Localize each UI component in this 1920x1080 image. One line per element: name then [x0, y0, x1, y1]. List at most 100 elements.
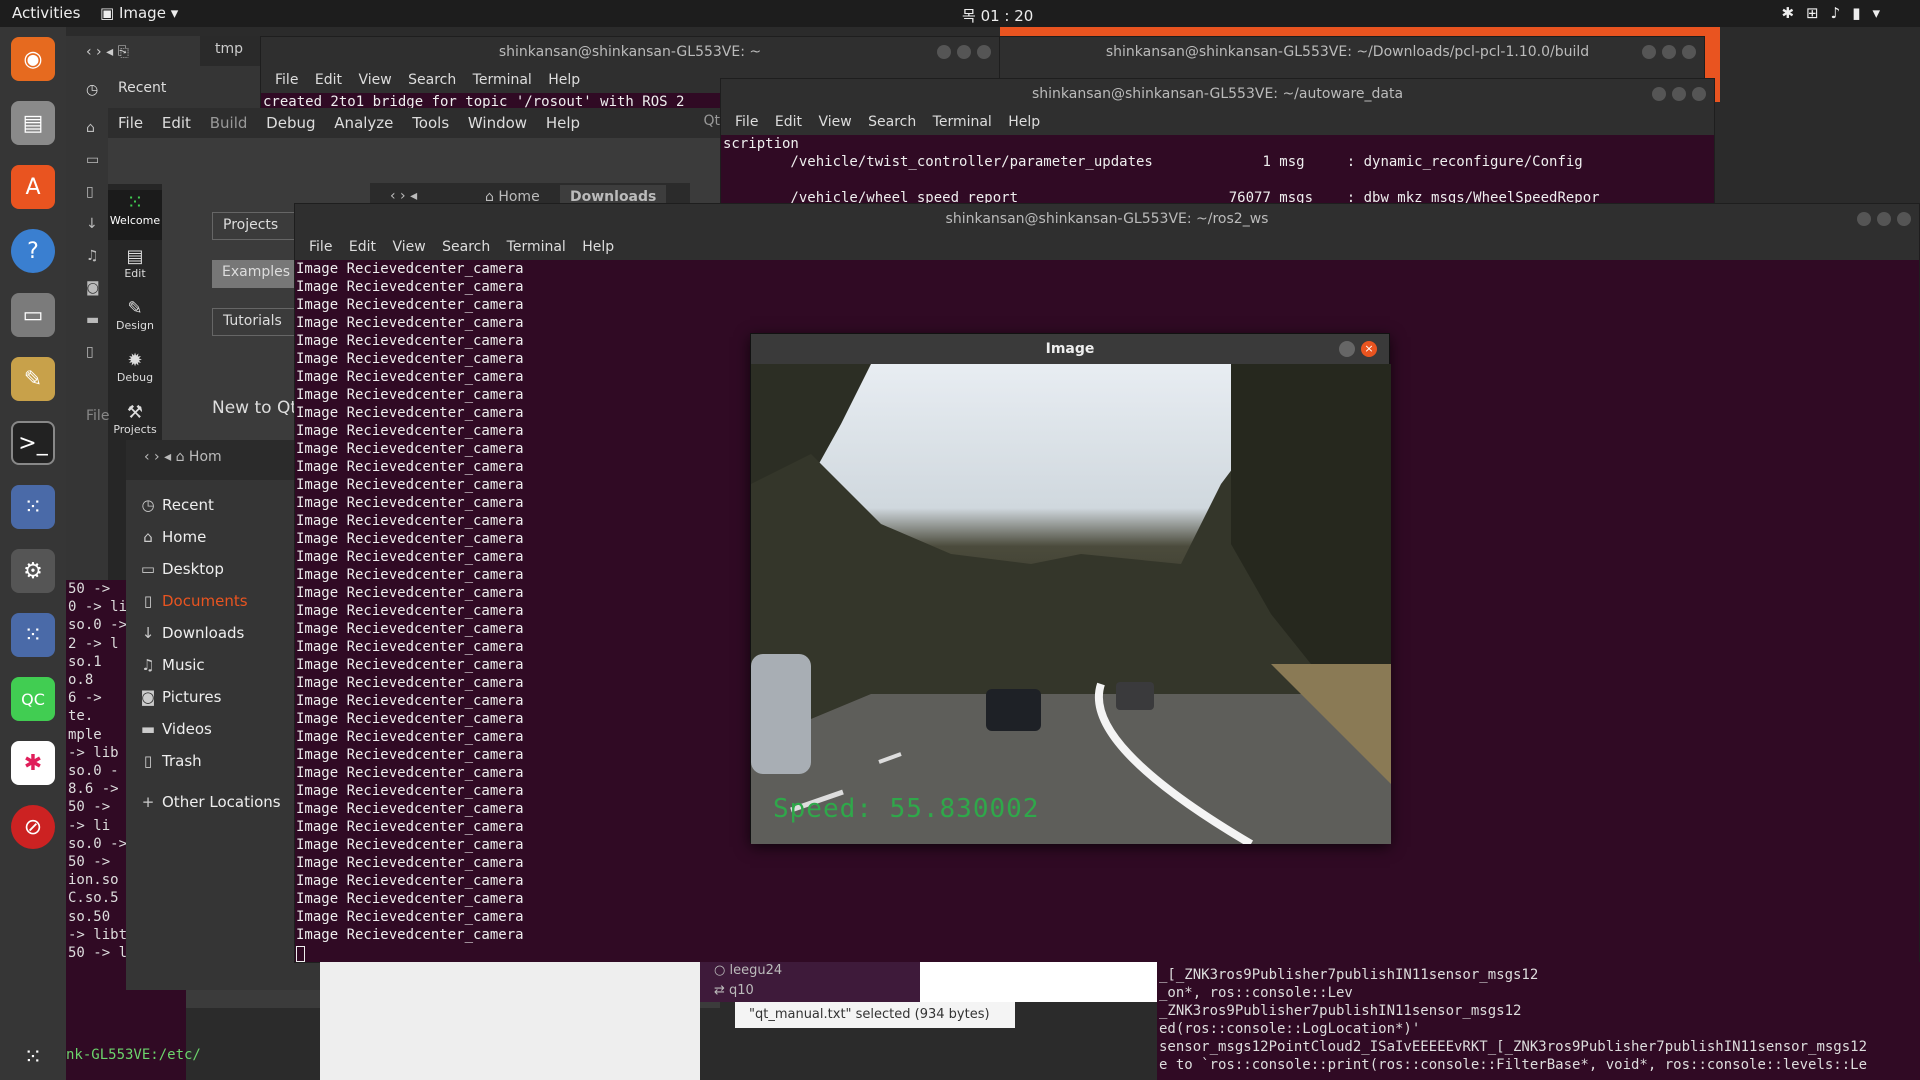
app-menu[interactable]: ▣ Image ▾	[100, 4, 178, 22]
projects-icon: ⚒	[126, 402, 144, 423]
maximize-icon[interactable]	[1877, 212, 1891, 226]
sidebar-item-label: Music	[162, 656, 205, 674]
close-icon[interactable]	[977, 45, 991, 59]
chat-list[interactable]: ○ leegu24 ⇄ q10	[700, 962, 920, 1002]
examples-button[interactable]: Examples	[212, 260, 302, 288]
close-icon[interactable]	[1682, 45, 1696, 59]
mode-edit[interactable]: ▤ Edit	[108, 246, 162, 280]
menu-analyze[interactable]: Analyze	[334, 114, 393, 132]
chat-item[interactable]: ⇄ q10	[714, 983, 754, 998]
terminal-autoware-window[interactable]: shinkansan@shinkansan-GL553VE: ~/autowar…	[720, 78, 1715, 208]
mode-label: Design	[116, 319, 154, 332]
close-icon[interactable]	[1692, 87, 1706, 101]
mode-label: Edit	[124, 267, 146, 280]
menu-bar[interactable]: File Edit View Search Terminal Help	[295, 234, 1919, 260]
mode-debug[interactable]: ✹ Debug	[108, 350, 162, 384]
terminal-line: Image Recievedcenter_camera	[296, 675, 524, 691]
chat-item[interactable]: ○ leegu24	[714, 963, 782, 978]
software-center-icon[interactable]: A	[11, 165, 55, 209]
window-title: shinkansan@shinkansan-GL553VE: ~/Downloa…	[991, 37, 1704, 67]
terminal-line: Image Recievedcenter_camera	[296, 315, 524, 331]
nav-arrows[interactable]: ‹ › ◂ ⌂ Hom	[144, 449, 222, 465]
help-icon[interactable]: ?	[11, 229, 55, 273]
path-home-label: Hom	[188, 449, 222, 465]
menu-window[interactable]: Window	[468, 114, 527, 132]
terminal-line: Image Recievedcenter_camera	[296, 549, 524, 565]
files-icon[interactable]: ▤	[11, 101, 55, 145]
activities-button[interactable]: Activities	[12, 4, 80, 22]
minimize-icon[interactable]	[937, 45, 951, 59]
blocked-app-icon[interactable]: ⊘	[11, 805, 55, 849]
path-bar[interactable]: tmp	[200, 36, 260, 66]
system-tray[interactable]: ✱⊞♪▮▾	[1781, 4, 1892, 22]
sidebar-item-label: Other Locations	[162, 793, 281, 811]
speed-overlay: Speed: 55.830002	[773, 794, 1040, 824]
files-tab[interactable]: File	[86, 408, 109, 424]
sidebar-recent[interactable]: Recent	[118, 80, 166, 96]
mode-welcome[interactable]: ⁙ Welcome	[108, 190, 162, 240]
home-icon: ⌂	[143, 528, 153, 546]
menu-tools[interactable]: Tools	[412, 114, 449, 132]
terminal-line: Image Recievedcenter_camera	[296, 819, 524, 835]
image-viewer-window[interactable]: Image × Speed: 55.830002	[750, 333, 1391, 844]
network-icon[interactable]: ⊞	[1806, 4, 1831, 22]
sidebar-item-label: Trash	[162, 752, 202, 770]
menu-bar[interactable]: File Edit View Search Terminal Help	[721, 109, 1714, 135]
maximize-icon[interactable]	[957, 45, 971, 59]
qt-creator-icon[interactable]: QC	[11, 677, 55, 721]
path-tmp[interactable]: tmp	[215, 41, 243, 57]
clock[interactable]: 목 01 : 20	[962, 5, 1033, 26]
terminal-line: _on*, ros::console::Lev	[1159, 985, 1353, 1001]
terminal-line: Image Recievedcenter_camera	[296, 657, 524, 673]
menu-edit[interactable]: Edit	[162, 114, 191, 132]
scanner-icon[interactable]: ▭	[11, 293, 55, 337]
text-editor-icon[interactable]: ✎	[11, 357, 55, 401]
nav-arrows[interactable]: ‹ › ◂	[390, 188, 417, 204]
projects-button[interactable]: Projects	[212, 212, 302, 240]
background-window-white	[320, 962, 700, 1080]
minimize-icon[interactable]	[1642, 45, 1656, 59]
close-icon[interactable]: ×	[1361, 341, 1377, 357]
menu-file[interactable]: File	[118, 114, 143, 132]
maximize-icon[interactable]	[1672, 87, 1686, 101]
power-menu-icon[interactable]: ▾	[1872, 4, 1892, 22]
tutorials-button[interactable]: Tutorials	[212, 308, 302, 336]
menu-help[interactable]: Help	[546, 114, 580, 132]
mode-design[interactable]: ✎ Design	[108, 298, 162, 332]
image-window-title: Image	[751, 334, 1389, 364]
terminal-line: Image Recievedcenter_camera	[296, 855, 524, 871]
maximize-icon[interactable]	[1662, 45, 1676, 59]
app-grid-icon[interactable]: ⁙	[11, 485, 55, 529]
app-grid-2-icon[interactable]: ⁙	[11, 613, 55, 657]
settings-tools-icon[interactable]: ⚙	[11, 549, 55, 593]
terminal-line: e to `ros::console::print(ros::console::…	[1159, 1057, 1868, 1073]
terminal-line: Image Recievedcenter_camera	[296, 387, 524, 403]
minimize-icon[interactable]	[1857, 212, 1871, 226]
close-icon[interactable]	[1897, 212, 1911, 226]
minimize-icon[interactable]	[1652, 87, 1666, 101]
edit-icon: ▤	[126, 246, 144, 267]
mode-projects[interactable]: ⚒ Projects	[108, 402, 162, 436]
mode-label: Welcome	[109, 214, 161, 227]
show-applications-icon[interactable]: ⁙	[11, 1035, 55, 1079]
terminal-line: Image Recievedcenter_camera	[296, 567, 524, 583]
videos-icon: ▬	[140, 720, 156, 738]
road-scene	[751, 364, 1391, 844]
car-front	[986, 689, 1041, 731]
menu-build[interactable]: Build	[210, 114, 248, 132]
sidebar-item-label: Videos	[162, 720, 212, 738]
slack-icon[interactable]: ✱	[11, 741, 55, 785]
minimize-icon[interactable]	[1339, 341, 1355, 357]
battery-icon[interactable]: ▮	[1852, 4, 1872, 22]
menu-debug[interactable]: Debug	[266, 114, 315, 132]
terminal-icon[interactable]: >_	[11, 421, 55, 465]
firefox-icon[interactable]: ◉	[11, 37, 55, 81]
nav-arrows[interactable]: ‹ › ◂ ⎘	[86, 44, 129, 60]
slack-tray-icon[interactable]: ✱	[1781, 4, 1806, 22]
volume-icon[interactable]: ♪	[1831, 4, 1853, 22]
window-title: shinkansan@shinkansan-GL553VE: ~/ros2_ws	[295, 204, 1919, 234]
terminal-build[interactable]: _[_ZNK3ros9Publisher7publishIN11sensor_m…	[1157, 962, 1920, 1080]
dock: ◉ ▤ A ? ▭ ✎ >_ ⁙ ⚙ ⁙ QC ✱ ⊘ ⁙	[0, 27, 66, 1080]
camera-image: Speed: 55.830002	[751, 364, 1391, 844]
qt-menu-bar[interactable]: File Edit Build Debug Analyze Tools Wind…	[108, 108, 720, 138]
